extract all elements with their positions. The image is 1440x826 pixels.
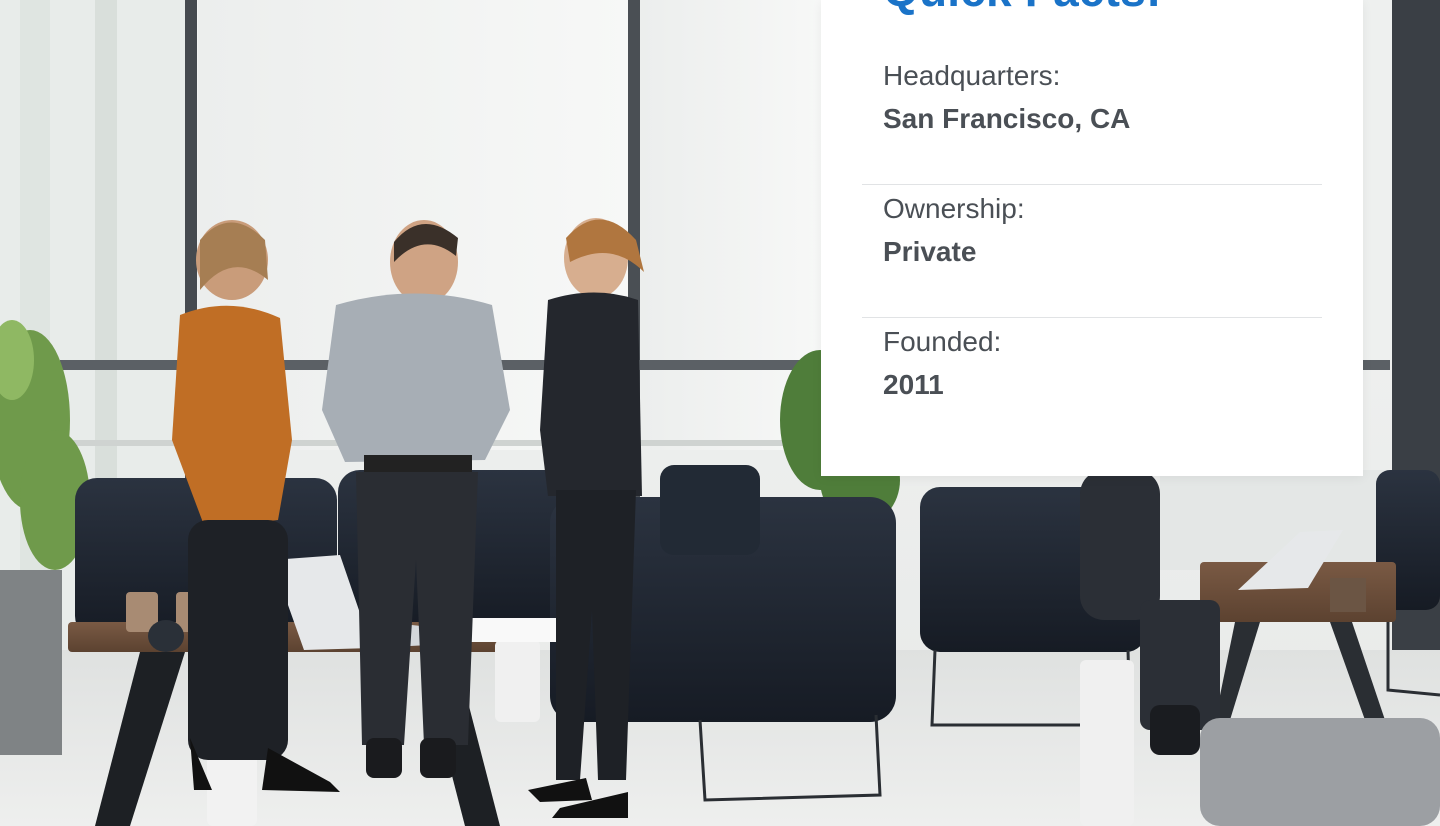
quick-facts-title: Quick Facts:	[883, 0, 1162, 18]
quick-facts-card: Quick Facts: Headquarters: San Francisco…	[821, 0, 1363, 476]
fact-ownership: Ownership: Private	[862, 185, 1322, 318]
quick-facts-list: Headquarters: San Francisco, CA Ownershi…	[862, 52, 1322, 451]
fact-headquarters: Headquarters: San Francisco, CA	[862, 52, 1322, 185]
fact-label-founded: Founded:	[883, 326, 1002, 357]
fact-value-ownership: Private	[883, 236, 977, 267]
fact-value-headquarters: San Francisco, CA	[883, 103, 1131, 134]
fact-label-headquarters: Headquarters:	[883, 60, 1061, 91]
hero-section: Quick Facts: Headquarters: San Francisco…	[0, 0, 1440, 826]
fact-label-ownership: Ownership:	[883, 193, 1025, 224]
fact-founded: Founded: 2011	[862, 318, 1322, 451]
fact-value-founded: 2011	[883, 369, 944, 400]
